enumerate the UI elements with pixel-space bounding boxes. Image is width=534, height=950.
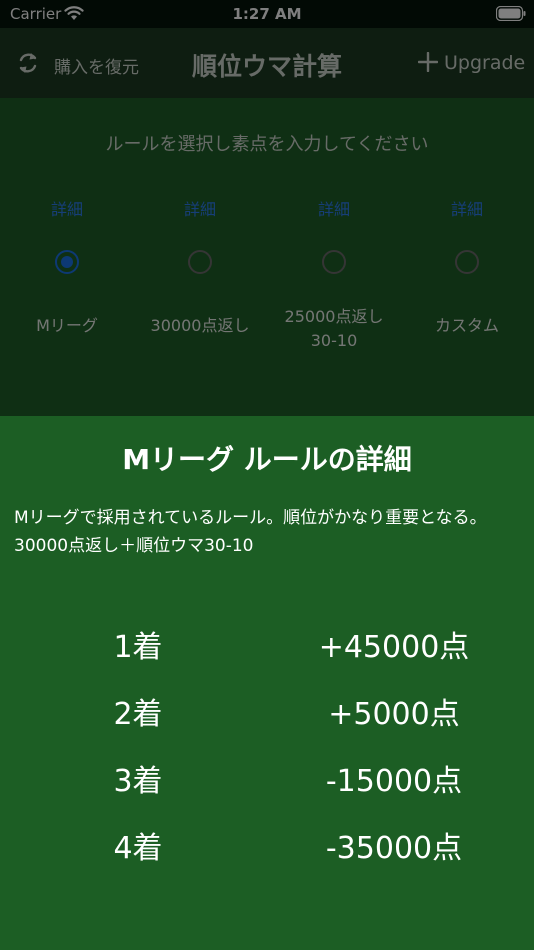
- place-label-2: 2着: [113, 697, 163, 732]
- sheet-title: Mリーグ ルールの詳細: [122, 443, 412, 476]
- points-value-4: -35000点: [325, 831, 463, 866]
- sheet-description: Mリーグで採用されているルール。順位がかなり重要となる。30000点返し＋順位ウ…: [14, 508, 487, 556]
- modal-dim-overlay[interactable]: [0, 0, 534, 416]
- place-label-1: 1着: [113, 630, 163, 665]
- place-label-4: 4着: [113, 831, 163, 866]
- rule-detail-sheet: Mリーグ ルールの詳細 Mリーグで採用されているルール。順位がかなり重要となる。…: [0, 416, 534, 950]
- screen: Carrier 1:27 AM 購入を復元 順位ウマ計算 Upgrade ルール…: [0, 0, 534, 950]
- place-label-3: 3着: [113, 764, 163, 799]
- points-value-2: +5000点: [328, 697, 460, 732]
- points-value-3: -15000点: [325, 764, 463, 799]
- points-value-1: +45000点: [318, 630, 470, 665]
